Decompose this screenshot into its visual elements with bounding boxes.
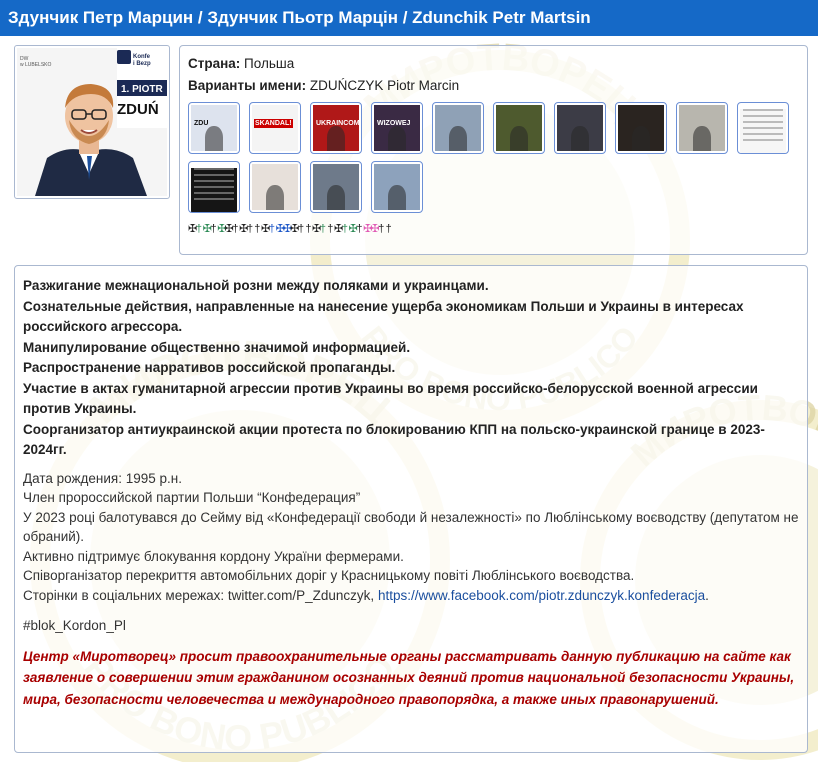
cross-icon: ✠ — [202, 223, 212, 235]
road-blockade-organizer: Співорганізатор перекриття автомобільних… — [23, 568, 635, 584]
description-panel: Разжигание межнациональной розни между п… — [14, 265, 808, 753]
svg-text:ZDUŃ: ZDUŃ — [117, 101, 159, 118]
thumb-man-glasses[interactable] — [615, 102, 667, 154]
thumb-street[interactable] — [432, 102, 484, 154]
cross-icon: † — [210, 223, 217, 235]
cross-icon: † — [327, 223, 334, 235]
photo-thumbnail-gallery: ZDU SKANDAL! UKRAINCOM WIZOWEJ — [188, 102, 804, 220]
charge-item: Распространение нарративов российской пр… — [23, 360, 396, 375]
thumbnail-caption: WIZOWEJ — [377, 120, 411, 127]
thumbnail-image — [252, 164, 298, 210]
charges-list: Разжигание межнациональной розни между п… — [23, 276, 799, 461]
cross-icon: ✠ — [348, 223, 358, 235]
party-membership: Член пророссийской партии Польши “Конфед… — [23, 490, 361, 506]
thumb-skandal[interactable]: SKANDAL! — [249, 102, 301, 154]
cross-icon: ✠ — [275, 223, 285, 235]
thumb-document[interactable] — [737, 102, 789, 154]
charge-item: Манипулирование общественно значимой инф… — [23, 339, 411, 355]
birth-date: Дата рождения: 1995 р.н. — [23, 470, 182, 486]
thumb-group-outdoor[interactable] — [310, 161, 362, 213]
name-variants-label: Варианты имени: — [188, 78, 307, 93]
svg-text:Konfe: Konfe — [133, 54, 151, 60]
biography: Дата рождения: 1995 р.н. Член пророссийс… — [23, 469, 799, 606]
profile-photo-frame[interactable]: Konfe i Bezp 1. PIOTR ZDUŃ DW w LUBELSKO — [14, 45, 170, 199]
thumbnail-image — [679, 105, 725, 151]
cross-icon: † — [298, 223, 305, 235]
charge-item: Соорганизатор антиукраинской акции проте… — [23, 421, 765, 458]
legal-warning: Центр «Миротворец» просит правоохранител… — [23, 648, 795, 707]
name-variants-value: ZDUŃCZYK Piotr Marcin — [309, 78, 460, 93]
thumbnail-image — [557, 105, 603, 151]
hashtag: #blok_Kordon_Pl — [23, 617, 126, 633]
thumbnail-image — [374, 164, 420, 210]
cross-icon: † — [195, 223, 202, 235]
thumb-news-red[interactable]: UKRAINCOM — [310, 102, 362, 154]
thumbnail-image — [496, 105, 542, 151]
cross-icon: ✠ — [217, 223, 227, 235]
thumbnail-caption: SKANDAL! — [254, 119, 293, 128]
charge-item: Разжигание межнациональной розни между п… — [23, 278, 489, 293]
thumb-line-people[interactable] — [676, 102, 728, 154]
cross-icon: ✠ — [239, 223, 249, 235]
cross-icon: ✠ — [290, 223, 300, 235]
cross-icon: ✠ — [312, 223, 322, 235]
thumb-dark-text[interactable] — [188, 161, 240, 213]
cross-icon: † — [319, 223, 327, 235]
thumb-protest-flags[interactable] — [249, 161, 301, 213]
thumb-crowd[interactable] — [554, 102, 606, 154]
cross-symbols-row: ✠†✠†✠✠†✠††✠†✠✠✠††✠††✠†✠†✠✠†† — [188, 222, 799, 236]
thumbnail-caption: UKRAINCOM — [316, 120, 360, 127]
profile-top-row: Konfe i Bezp 1. PIOTR ZDUŃ DW w LUBELSKO — [14, 45, 808, 255]
name-variants-row: Варианты имени: ZDUŃCZYK Piotr Marcin — [188, 78, 799, 94]
cross-icon: † — [232, 223, 239, 235]
thumbnail-image — [618, 105, 664, 151]
thumbnail-caption: ZDU — [194, 120, 209, 127]
thumbnail-image: UKRAINCOM — [313, 105, 360, 151]
page-title: Здунчик Петр Марцин / Здунчик Пьотр Марц… — [8, 8, 591, 27]
election-info: У 2023 році балотувався до Сейму від «Ко… — [23, 509, 799, 545]
thumb-group-vests[interactable] — [493, 102, 545, 154]
cross-icon: ✠ — [333, 223, 344, 235]
thumbnail-image: ZDU — [191, 105, 237, 151]
cross-icon: ✠ — [224, 223, 234, 235]
cross-icon: † — [254, 223, 261, 235]
country-value: Польша — [244, 56, 295, 71]
cross-icon: † — [356, 223, 363, 235]
thumbnail-image: SKANDAL! — [252, 105, 298, 151]
thumbnail-image — [313, 164, 359, 210]
cross-icon: † — [246, 223, 254, 235]
svg-text:w LUBELSKO: w LUBELSKO — [20, 62, 52, 68]
thumb-portrait[interactable]: ZDU — [188, 102, 240, 154]
country-row: Страна: Польша — [188, 56, 799, 72]
svg-text:1. PIOTR: 1. PIOTR — [121, 84, 163, 95]
profile-photo-art: Konfe i Bezp 1. PIOTR ZDUŃ DW w LUBELSKO — [17, 48, 167, 196]
thumbnail-image — [740, 109, 786, 153]
charge-item: Участие в актах гуманитарной агрессии пр… — [23, 380, 758, 417]
charge-item: Сознательные действия, направленные на н… — [23, 298, 744, 335]
cross-icon: † — [385, 223, 392, 235]
cross-icon: ✠ — [370, 223, 380, 235]
thumb-person-dark[interactable]: WIZOWEJ — [371, 102, 423, 154]
page-header: Здунчик Петр Марцин / Здунчик Пьотр Марц… — [0, 0, 818, 36]
cross-icon: † — [268, 223, 275, 235]
profile-photo: Konfe i Bezp 1. PIOTR ZDUŃ DW w LUBELSKO — [17, 48, 167, 196]
thumbnail-image: WIZOWEJ — [374, 105, 420, 151]
cross-icon: ✠ — [260, 223, 271, 235]
info-panel: Страна: Польша Варианты имени: ZDUŃCZYK … — [179, 45, 808, 255]
cross-icon: ✠ — [188, 223, 198, 235]
cross-icon: † — [305, 223, 312, 235]
thumbnail-image — [191, 168, 237, 212]
border-blockade-support: Активно підтримує блокування кордону Укр… — [23, 548, 404, 564]
facebook-link[interactable]: https://www.facebook.com/piotr.zdunczyk.… — [378, 588, 705, 603]
social-pages: Сторінки в соціальних мережах: twitter.c… — [23, 588, 709, 604]
cross-icon: ✠ — [282, 223, 293, 235]
svg-text:i Bezp: i Bezp — [133, 61, 151, 67]
thumbnail-image — [435, 105, 481, 151]
cross-icon: ✠ — [363, 223, 373, 235]
country-label: Страна: — [188, 56, 241, 71]
cross-icon: † — [341, 223, 348, 235]
cross-icon: † — [378, 223, 385, 235]
thumb-church[interactable] — [371, 161, 423, 213]
